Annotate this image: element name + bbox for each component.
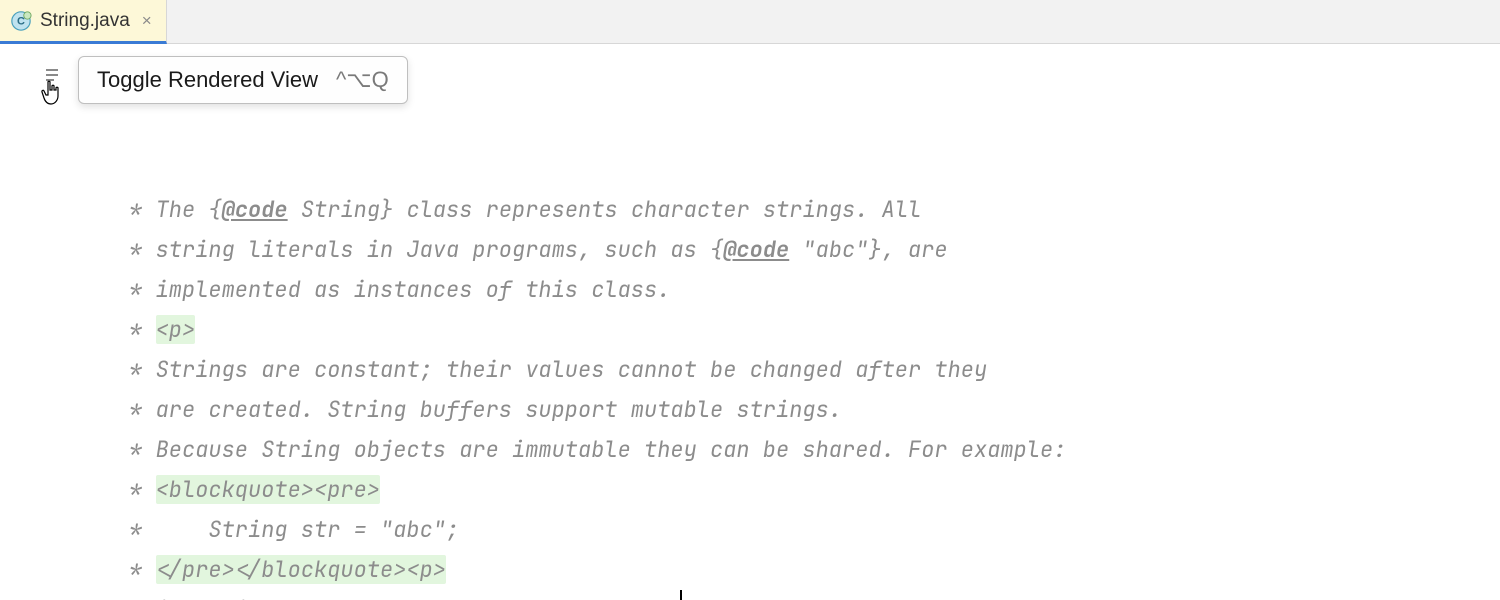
code-line: * </pre></blockquote><p> [82, 550, 1500, 590]
file-tab[interactable]: C String.java × [0, 0, 167, 44]
code-line: * <p> [82, 310, 1500, 350]
code-line: * are created. String buffers support mu… [82, 390, 1500, 430]
code-line: * The {@code String} class represents ch… [82, 190, 1500, 230]
tooltip-label: Toggle Rendered View [97, 67, 318, 93]
close-icon[interactable]: × [142, 11, 152, 31]
code-line: * <blockquote><pre> [82, 470, 1500, 510]
code-line: * implemented as instances of this class… [82, 270, 1500, 310]
tab-title: String.java [40, 10, 130, 32]
code-area[interactable]: * The {@code String} class represents ch… [82, 44, 1500, 600]
editor: Toggle Rendered View ^⌥Q * The {@code St… [0, 44, 1500, 600]
code-line: * String str = "abc"; [82, 510, 1500, 550]
tab-bar: C String.java × [0, 0, 1500, 44]
code-line: * string literals in Java programs, such… [82, 230, 1500, 270]
editor-gutter [0, 44, 82, 600]
text-caret [680, 590, 682, 600]
tooltip-shortcut: ^⌥Q [336, 67, 389, 93]
toggle-render-icon[interactable] [44, 66, 62, 89]
code-line: * is equivalent to: [82, 590, 1500, 600]
tooltip: Toggle Rendered View ^⌥Q [78, 56, 408, 104]
java-class-icon: C [10, 10, 32, 32]
code-line: * Strings are constant; their values can… [82, 350, 1500, 390]
code-line: * Because String objects are immutable t… [82, 430, 1500, 470]
